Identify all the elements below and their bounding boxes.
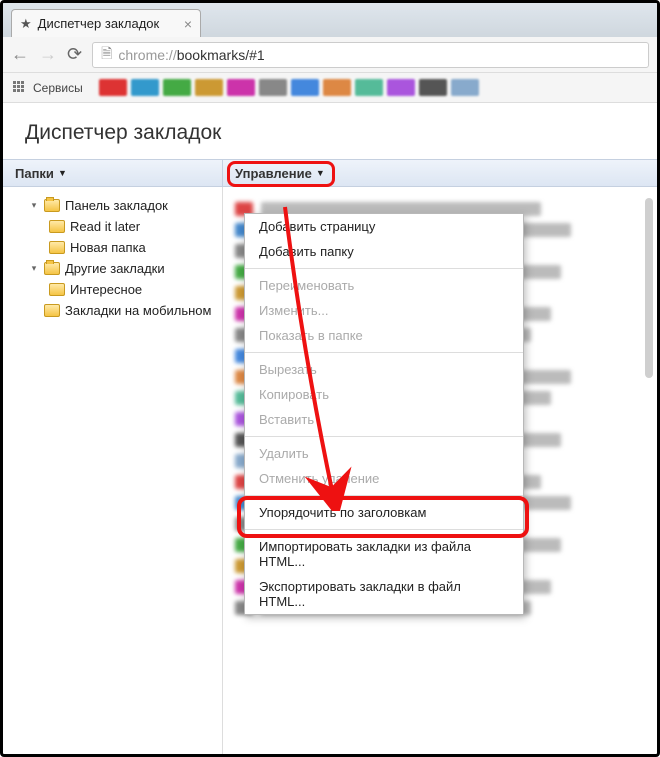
tree-item[interactable]: Интересное [7,279,218,300]
menu-item: Изменить... [245,298,523,323]
menu-item[interactable]: Добавить папку [245,239,523,264]
tree-item[interactable]: Новая папка [7,237,218,258]
menu-separator [245,268,523,269]
back-icon[interactable]: ← [11,44,29,65]
collapse-icon[interactable]: ▾ [29,200,39,211]
bookmarks-bar: Сервисы [3,73,657,103]
folders-label: Папки [15,166,54,181]
forward-icon[interactable]: → [39,44,57,65]
menu-item[interactable]: Упорядочить по заголовкам [245,500,523,525]
tab-title: Диспетчер закладок [38,16,160,31]
menu-separator [245,495,523,496]
apps-icon[interactable] [13,81,27,95]
manage-label: Управление [235,166,312,181]
folder-tree: ▾ Панель закладок Read it later Новая па… [3,187,223,757]
menu-separator [245,352,523,353]
manage-menu: Добавить страницуДобавить папку Переимено… [244,213,524,615]
menu-item: Отменить удаление [245,466,523,491]
folder-open-icon [44,199,60,212]
manager-header: Папки ▼ Управление ▼ [3,159,657,187]
folder-icon [49,241,65,254]
folder-icon [44,304,60,317]
file-icon: 🗎 [101,43,112,67]
toolbar: ← → ⟳ 🗎 chrome:// bookmarks/#1 [3,37,657,73]
close-tab-icon[interactable]: × [184,17,192,31]
chevron-down-icon: ▼ [58,168,67,178]
menu-separator [245,436,523,437]
menu-item: Переименовать [245,273,523,298]
menu-item: Удалить [245,441,523,466]
menu-separator [245,529,523,530]
tree-item[interactable]: Read it later [7,216,218,237]
services-link[interactable]: Сервисы [33,81,83,95]
tree-label: Интересное [70,282,142,297]
star-icon: ★ [20,16,32,32]
menu-item[interactable]: Добавить страницу [245,214,523,239]
tab-strip: ★ Диспетчер закладок × [3,3,657,37]
tree-item[interactable]: ▾ Панель закладок [7,195,218,216]
browser-window: ★ Диспетчер закладок × ← → ⟳ 🗎 chrome://… [0,0,660,757]
menu-item: Вставить [245,407,523,432]
reload-icon[interactable]: ⟳ [67,44,82,65]
url-bar[interactable]: 🗎 chrome:// bookmarks/#1 [92,42,649,68]
menu-item: Показать в папке [245,323,523,348]
manage-dropdown[interactable]: Управление ▼ [223,160,657,186]
folder-icon [49,220,65,233]
folder-open-icon [44,262,60,275]
tree-item[interactable]: ▾ Другие закладки [7,258,218,279]
menu-item[interactable]: Экспортировать закладки в файл HTML... [245,574,523,614]
tree-label: Read it later [70,219,140,234]
browser-tab[interactable]: ★ Диспетчер закладок × [11,9,201,37]
tree-item[interactable]: ▾ Закладки на мобильном [7,300,218,321]
bookmark-favicons [99,79,479,96]
tree-label: Панель закладок [65,198,168,213]
tree-label: Закладки на мобильном [65,303,211,318]
url-scheme: chrome:// [118,47,176,63]
menu-item: Копировать [245,382,523,407]
page-title: Диспетчер закладок [3,103,657,159]
tree-label: Новая папка [70,240,146,255]
collapse-icon[interactable]: ▾ [29,263,39,274]
url-path: bookmarks/#1 [177,47,265,63]
tree-label: Другие закладки [65,261,165,276]
folders-dropdown[interactable]: Папки ▼ [3,160,223,186]
scrollbar[interactable] [645,198,653,378]
menu-item: Вырезать [245,357,523,382]
chevron-down-icon: ▼ [316,168,325,178]
folder-icon [49,283,65,296]
menu-item[interactable]: Импортировать закладки из файла HTML... [245,534,523,574]
